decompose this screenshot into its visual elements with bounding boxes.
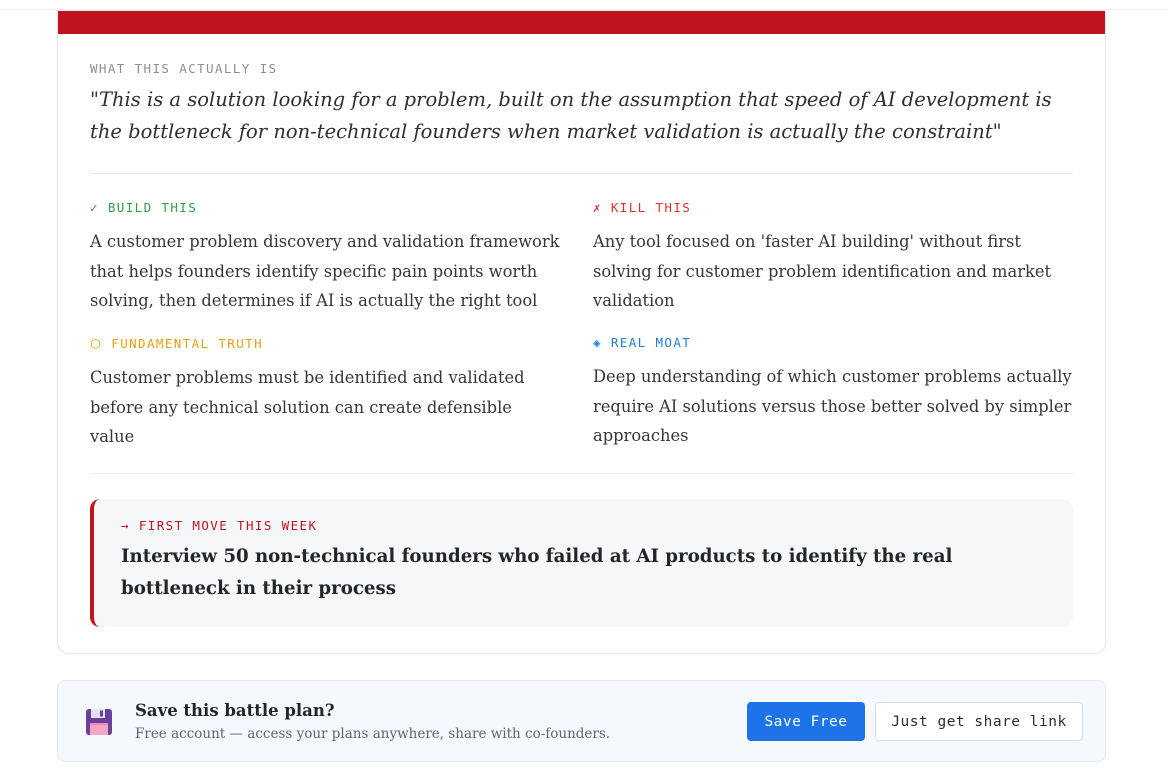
first-move-label: FIRST MOVE THIS WEEK [138, 518, 318, 533]
real-moat-text: Deep understanding of which customer pro… [593, 367, 1072, 445]
build-this-heading: ✓ BUILD THIS [90, 200, 560, 215]
analysis-quote: "This is a solution looking for a proble… [90, 88, 1052, 143]
diamond-icon: ◈ [593, 335, 602, 350]
save-plan-title: Save this battle plan? [135, 701, 335, 720]
what-this-is-label: WHAT THIS ACTUALLY IS [90, 61, 278, 76]
save-plan-subtitle: Free account — access your plans anywher… [135, 726, 611, 742]
hexagon-icon: ⬡ [90, 336, 103, 351]
section-divider [90, 173, 1073, 174]
first-move-heading: → FIRST MOVE THIS WEEK [121, 518, 317, 533]
build-this-label: BUILD THIS [107, 200, 198, 215]
section-divider [90, 473, 1073, 474]
save-free-button[interactable]: Save Free [747, 702, 865, 741]
check-icon: ✓ [90, 200, 99, 215]
first-move-callout: → FIRST MOVE THIS WEEK Interview 50 non-… [90, 499, 1073, 627]
kill-this-heading: ✗ KILL THIS [593, 200, 1078, 215]
fundamental-truth-label: FUNDAMENTAL TRUTH [111, 336, 264, 351]
real-moat-label: REAL MOAT [610, 335, 692, 350]
fundamental-truth-heading: ⬡ FUNDAMENTAL TRUTH [90, 336, 560, 351]
card-accent-bar [58, 11, 1105, 34]
share-link-button[interactable]: Just get share link [875, 702, 1083, 741]
real-moat-section: ◈ REAL MOAT Deep understanding of which … [593, 335, 1078, 451]
x-icon: ✗ [593, 200, 602, 215]
build-this-text: A customer problem discovery and validat… [90, 232, 560, 310]
analysis-card: WHAT THIS ACTUALLY IS "This is a solutio… [57, 10, 1106, 654]
kill-this-label: KILL THIS [610, 200, 692, 215]
save-plan-bar: Save this battle plan? Free account — ac… [57, 680, 1106, 762]
floppy-disk-icon [86, 709, 112, 735]
top-divider [0, 0, 1168, 10]
arrow-right-icon: → [121, 518, 130, 533]
build-this-section: ✓ BUILD THIS A customer problem discover… [90, 200, 560, 316]
first-move-text: Interview 50 non-technical founders who … [121, 546, 953, 599]
fundamental-truth-text: Customer problems must be identified and… [90, 368, 525, 446]
real-moat-heading: ◈ REAL MOAT [593, 335, 1078, 350]
kill-this-section: ✗ KILL THIS Any tool focused on 'faster … [593, 200, 1078, 316]
fundamental-truth-section: ⬡ FUNDAMENTAL TRUTH Customer problems mu… [90, 336, 560, 452]
kill-this-text: Any tool focused on 'faster AI building'… [593, 232, 1052, 310]
